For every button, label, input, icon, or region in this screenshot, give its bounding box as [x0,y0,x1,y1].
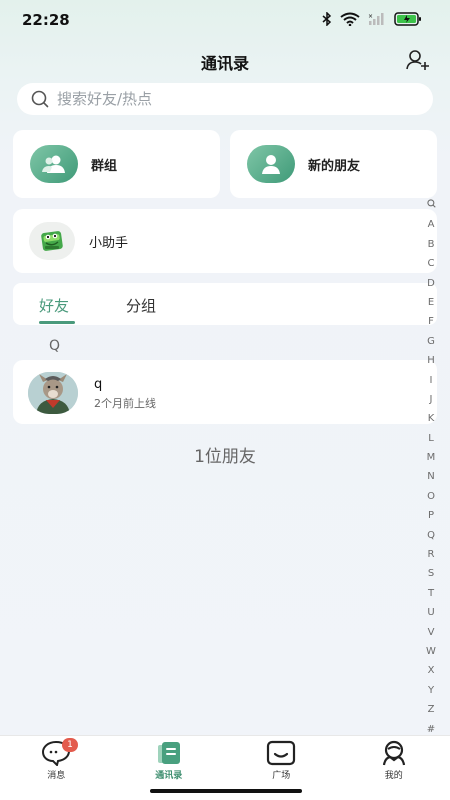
bottom-tab-bar: 1 消息 通讯录 广场 我的 [0,735,450,785]
index-letter[interactable]: I [430,371,433,390]
index-letter[interactable]: Y [428,681,434,700]
contacts-icon [157,742,180,764]
page-title: 通讯录 [200,54,249,73]
section-header-letter: Q [49,338,61,354]
index-letter[interactable]: D [427,274,435,293]
index-letter[interactable]: P [428,506,434,525]
cellular-signal-icon: × [368,13,384,25]
new-friends-card[interactable]: 新的朋友 [230,130,437,198]
new-friends-label: 新的朋友 [308,158,361,174]
tab-friends[interactable]: 好友 [39,295,69,316]
profile-icon [382,740,405,766]
index-letter[interactable]: V [428,623,435,642]
battery-icon [394,12,421,26]
user-icon [262,155,280,174]
square-icon [267,740,296,766]
index-letter[interactable]: M [427,448,436,467]
friend-last-online: 2个月前上线 [94,397,156,410]
tab-groups[interactable]: 分组 [126,295,156,316]
tabbar-item-contacts[interactable]: 通讯录 [113,736,226,785]
index-letter[interactable]: O [427,487,435,506]
index-letter[interactable]: H [427,351,435,370]
friend-avatar-image [28,372,78,414]
bluetooth-icon [322,12,332,26]
unread-badge: 1 [62,738,78,752]
index-letter[interactable]: C [428,254,435,273]
index-letter[interactable]: U [427,603,434,622]
index-letter[interactable]: Z [428,700,435,719]
assistant-label: 小助手 [89,235,129,251]
friend-list-item[interactable]: q 2个月前上线 [13,360,437,424]
tabbar-item-messages[interactable]: 1 消息 [0,736,113,785]
status-bar: 22:28 × [0,0,450,40]
group-avatar [30,145,78,183]
assistant-card[interactable]: 小助手 [13,209,437,273]
index-letter[interactable]: T [428,584,434,603]
index-letter[interactable]: N [427,467,434,486]
index-letter[interactable]: S [428,564,434,583]
index-letter[interactable]: B [428,235,435,254]
friend-avatar [28,372,78,414]
active-tab-indicator [39,321,75,324]
search-bar[interactable] [17,83,433,115]
tabbar-item-square[interactable]: 广场 [225,736,338,785]
home-indicator[interactable] [150,789,302,793]
search-icon [31,90,49,108]
svg-text:×: × [368,13,373,20]
search-input[interactable] [57,90,397,108]
tabbar-label-contacts: 通讯录 [155,771,183,781]
group-card[interactable]: 群组 [13,130,220,198]
index-letter[interactable]: G [427,332,435,351]
index-letter[interactable]: W [426,642,436,661]
index-letter[interactable]: E [428,293,434,312]
status-icons: × [322,12,422,26]
alphabet-index[interactable]: A B C D E F G H I J K L M N O P Q R S T … [425,196,437,739]
tabbar-label-messages: 消息 [47,771,66,781]
wifi-icon [340,12,360,26]
index-letter[interactable]: F [428,312,434,331]
contact-tabs: 好友 分组 [13,283,437,325]
index-letter[interactable]: A [428,215,435,234]
add-user-icon [406,50,429,70]
group-label: 群组 [91,158,118,174]
tabbar-label-profile: 我的 [384,771,403,781]
index-letter[interactable]: J [430,390,433,409]
index-letter[interactable]: K [428,409,435,428]
status-time: 22:28 [22,11,70,29]
index-letter[interactable]: R [428,545,435,564]
assistant-avatar [29,222,75,260]
nav-bar: 通讯录 [0,40,450,80]
index-letter[interactable]: L [428,429,434,448]
friend-name: q [94,377,103,392]
index-search-icon[interactable] [426,196,436,215]
index-letter[interactable]: Q [427,526,435,545]
tabbar-item-profile[interactable]: 我的 [338,736,450,785]
add-friend-button[interactable] [404,46,432,74]
friend-count: 1位朋友 [194,447,256,467]
new-friends-avatar [247,145,295,183]
tabbar-label-square: 广场 [272,771,291,781]
index-letter[interactable]: X [428,661,435,680]
group-users-icon [42,155,65,173]
assistant-robot-icon [41,231,63,251]
